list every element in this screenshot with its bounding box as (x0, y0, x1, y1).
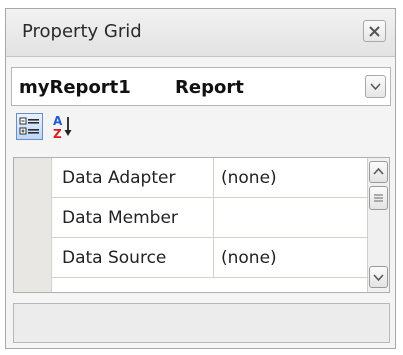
categorized-icon (19, 117, 39, 135)
sort-az-icon: A Z (53, 114, 72, 141)
selected-object-type: Report (175, 77, 244, 98)
title-bar: Property Grid (6, 9, 395, 57)
object-selector[interactable]: myReport1 Report (11, 67, 391, 106)
property-grid-panel: Property Grid myReport1 Report A Z Data … (5, 8, 396, 349)
close-button[interactable] (363, 20, 386, 42)
scroll-thumb-grip-icon (374, 194, 383, 202)
categorized-button[interactable] (16, 113, 43, 140)
scroll-thumb[interactable] (369, 186, 388, 210)
scroll-up-button[interactable] (369, 161, 388, 183)
description-splitter[interactable] (13, 296, 390, 310)
close-icon (369, 26, 380, 37)
az-top-letter: A (53, 114, 63, 128)
alphabetical-button[interactable]: A Z (51, 113, 77, 141)
chevron-up-icon (373, 167, 384, 175)
window-title: Property Grid (22, 21, 142, 42)
toolbar: A Z (6, 109, 395, 146)
scroll-down-button[interactable] (369, 266, 388, 288)
chevron-down-icon (370, 83, 381, 91)
az-bottom-letter: Z (53, 127, 62, 140)
property-name: Data Adapter (52, 158, 214, 197)
selected-object-name: myReport1 (19, 77, 131, 98)
property-grid: Data Adapter (none) Data Member Data Sou… (13, 157, 390, 293)
property-value[interactable] (214, 198, 368, 237)
category-gutter (14, 158, 52, 292)
property-name: Data Member (52, 198, 214, 237)
vertical-scrollbar[interactable] (367, 158, 389, 292)
property-value[interactable]: (none) (214, 158, 368, 197)
chevron-down-icon (373, 274, 384, 282)
object-dropdown-button[interactable] (365, 75, 386, 98)
property-row-data-adapter[interactable]: Data Adapter (none) (52, 158, 368, 198)
property-value[interactable]: (none) (214, 238, 368, 277)
property-name: Data Source (52, 238, 214, 277)
property-row-data-member[interactable]: Data Member (52, 198, 368, 238)
property-row-data-source[interactable]: Data Source (none) (52, 238, 368, 278)
description-area (13, 303, 390, 343)
